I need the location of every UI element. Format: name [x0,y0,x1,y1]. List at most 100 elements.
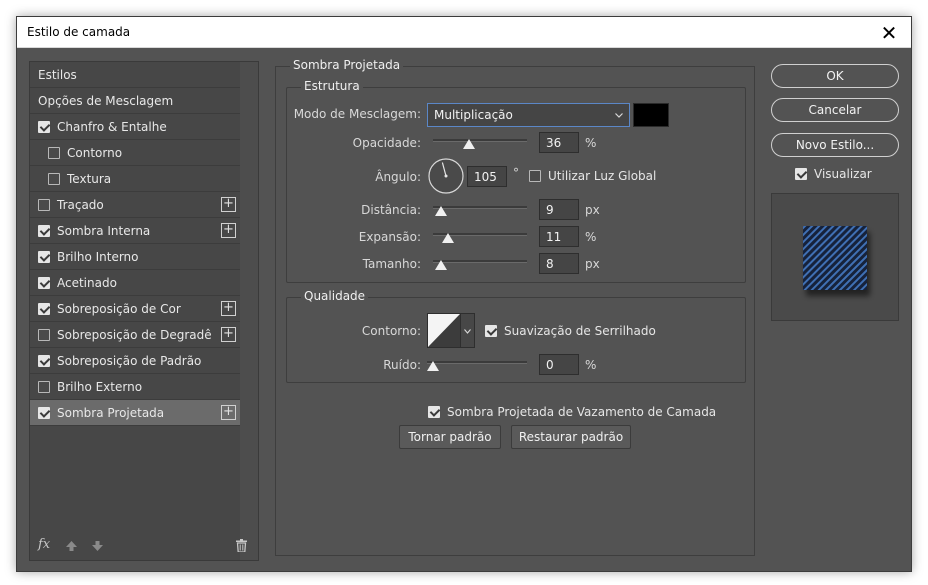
preview-option[interactable]: Visualizar [795,167,872,181]
style-item-checkbox[interactable] [38,354,50,367]
preview-thumbnail [803,226,867,290]
style-item-label: Sobreposição de Padrão [57,353,202,368]
size-unit: px [585,257,600,271]
contour-picker[interactable] [427,313,475,348]
shadow-color-swatch[interactable] [633,103,669,127]
style-item-checkbox[interactable] [38,276,50,289]
style-item-label: Brilho Interno [57,249,139,264]
style-item-label: Textura [67,171,112,186]
opacity-input[interactable]: 36 [539,132,579,153]
style-item-checkbox[interactable] [38,380,50,393]
spread-input[interactable]: 11 [539,226,579,247]
cancel-button[interactable]: Cancelar [771,98,899,122]
global-light-option[interactable]: Utilizar Luz Global [529,169,656,183]
style-item-checkbox[interactable] [38,302,50,315]
arrow-up-icon[interactable] [66,541,77,551]
blend-mode-value: Multiplicação [434,108,513,122]
spread-slider[interactable] [433,230,527,244]
contour-label: Contorno: [361,324,421,338]
style-item-checkbox[interactable] [38,328,50,341]
layer-style-dialog: Estilo de camada ✕ Estilos Opções de Mesc… [16,16,912,572]
style-item-sombra-projetada[interactable]: Sombra Projetada + [30,400,240,426]
global-light-checkbox[interactable] [529,170,541,182]
style-item-sobreposicao-de-cor[interactable]: Sobreposição de Cor + [30,296,240,322]
noise-slider[interactable] [427,358,527,372]
spread-label: Expansão: [358,230,421,244]
knockout-checkbox[interactable] [428,406,440,418]
preview-checkbox[interactable] [795,168,807,180]
style-item-checkbox[interactable] [38,224,50,237]
style-item-acetinado[interactable]: Acetinado [30,270,240,296]
style-item-contorno[interactable]: Contorno [30,140,240,166]
trash-icon[interactable] [236,539,247,552]
style-item-brilho-interno[interactable]: Brilho Interno [30,244,240,270]
styles-list-scrollbar[interactable] [240,62,258,560]
angle-dial[interactable] [427,157,465,195]
style-item-checkbox[interactable] [38,406,50,419]
size-input[interactable]: 8 [539,253,579,274]
quality-group: Qualidade Contorno: Suavização de Serril… [286,289,746,383]
noise-slider-thumb[interactable] [427,361,439,371]
noise-unit: % [585,358,597,372]
ok-button[interactable]: OK [771,64,899,88]
make-default-button[interactable]: Tornar padrão [399,425,501,449]
add-effect-button[interactable]: + [221,197,236,212]
reset-default-button[interactable]: Restaurar padrão [511,425,631,449]
angle-unit: ° [513,166,519,180]
add-effect-button[interactable]: + [221,223,236,238]
preview-label: Visualizar [814,167,872,181]
style-item-brilho-externo[interactable]: Brilho Externo [30,374,240,400]
quality-title: Qualidade [301,289,369,303]
contour-dropdown[interactable] [461,313,475,348]
antialias-checkbox[interactable] [485,325,497,337]
style-item-label: Estilos [38,67,77,82]
opacity-slider[interactable] [433,136,527,150]
style-item-label: Chanfro & Entalhe [57,119,167,134]
style-item-label: Brilho Externo [57,379,143,394]
opacity-value: 36 [546,135,562,150]
style-item-opcoes-de-mesclagem[interactable]: Opções de Mesclagem [30,88,240,114]
new-style-button[interactable]: Novo Estilo... [771,133,899,157]
style-item-textura[interactable]: Textura [30,166,240,192]
angle-input[interactable]: 105 [467,166,507,187]
style-item-checkbox[interactable] [38,198,50,211]
add-effect-button[interactable]: + [221,301,236,316]
size-slider-thumb[interactable] [435,260,448,270]
knockout-option[interactable]: Sombra Projetada de Vazamento de Camada [428,405,716,419]
blend-mode-select[interactable]: Multiplicação [427,103,630,127]
opacity-label: Opacidade: [352,136,421,150]
opacity-slider-thumb[interactable] [462,139,475,149]
opacity-slider-track [433,139,527,142]
spread-slider-thumb[interactable] [442,233,455,243]
add-effect-button[interactable]: + [221,405,236,420]
style-item-checkbox[interactable] [48,146,60,159]
add-effect-button[interactable]: + [221,327,236,342]
fx-button[interactable]: fx [38,537,50,552]
distance-slider-thumb[interactable] [435,206,448,216]
style-item-sobreposicao-de-padrao[interactable]: Sobreposição de Padrão [30,348,240,374]
distance-slider[interactable] [433,203,527,217]
style-item-tracado[interactable]: Traçado + [30,192,240,218]
style-item-label: Contorno [67,145,123,160]
style-item-checkbox[interactable] [38,120,50,133]
angle-value: 105 [474,169,497,184]
styles-list-panel: Estilos Opções de Mesclagem Chanfro & Enta… [29,61,259,561]
styles-list-footer: fx [30,532,258,560]
noise-value: 0 [546,357,554,372]
size-slider[interactable] [433,257,527,271]
distance-value: 9 [546,202,554,217]
style-item-estilos[interactable]: Estilos [30,62,240,88]
style-item-checkbox[interactable] [48,172,60,185]
style-item-sombra-interna[interactable]: Sombra Interna + [30,218,240,244]
style-item-chanfro-entalhe[interactable]: Chanfro & Entalhe [30,114,240,140]
arrow-down-icon[interactable] [92,541,103,551]
style-item-sobreposicao-de-degrade[interactable]: Sobreposição de Degradê + [30,322,240,348]
noise-slider-track [427,361,527,364]
distance-input[interactable]: 9 [539,199,579,220]
antialias-option[interactable]: Suavização de Serrilhado [485,324,656,338]
noise-input[interactable]: 0 [539,354,579,375]
size-label: Tamanho: [362,257,421,271]
style-item-checkbox[interactable] [38,250,50,263]
distance-unit: px [585,203,600,217]
close-button[interactable]: ✕ [867,17,911,48]
